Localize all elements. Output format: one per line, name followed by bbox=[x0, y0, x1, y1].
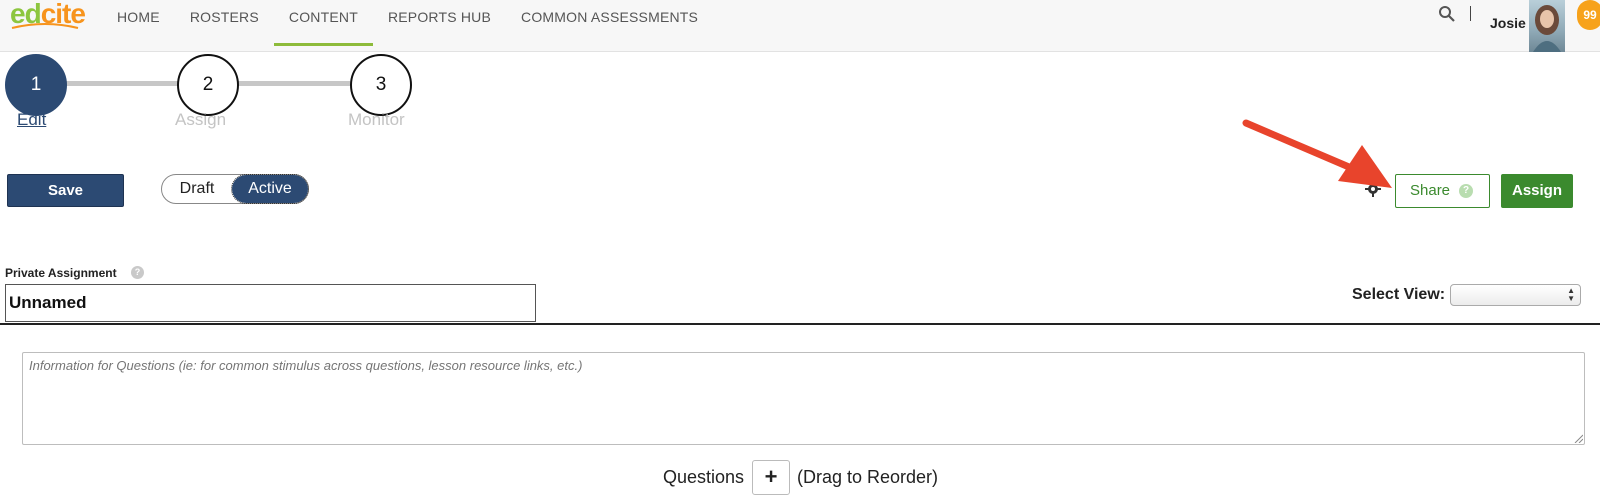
save-button[interactable]: Save bbox=[7, 174, 124, 207]
search-icon[interactable] bbox=[1438, 5, 1456, 23]
step-edit-link[interactable]: Edit bbox=[17, 110, 46, 130]
questions-label: Questions bbox=[663, 467, 745, 487]
assign-button[interactable]: Assign bbox=[1501, 174, 1573, 208]
stepper-connector bbox=[66, 81, 178, 86]
gear-icon[interactable] bbox=[1364, 180, 1382, 198]
avatar[interactable] bbox=[1529, 0, 1565, 52]
toggle-active-option[interactable]: Active bbox=[231, 174, 309, 204]
nav-home[interactable]: HOME bbox=[102, 0, 175, 46]
user-name[interactable]: Josie bbox=[1490, 15, 1526, 31]
select-view-dropdown[interactable]: ▲ ▼ bbox=[1450, 284, 1581, 306]
assignment-name-input[interactable] bbox=[5, 284, 536, 322]
help-icon[interactable]: ? bbox=[131, 266, 144, 279]
step-assign-label[interactable]: Assign bbox=[175, 110, 226, 130]
toggle-draft-option[interactable]: Draft bbox=[162, 175, 232, 203]
step-3-circle[interactable]: 3 bbox=[350, 54, 412, 116]
step-monitor-label[interactable]: Monitor bbox=[348, 110, 405, 130]
nav-divider bbox=[1470, 6, 1471, 21]
nav-common-assessments[interactable]: COMMON ASSESSMENTS bbox=[506, 0, 713, 46]
notification-badge[interactable]: 99 bbox=[1577, 0, 1600, 30]
top-navbar: edcite HOME ROSTERS CONTENT REPORTS HUB … bbox=[0, 0, 1600, 52]
nav-reports-hub[interactable]: REPORTS HUB bbox=[373, 0, 506, 46]
private-assignment-label: Private Assignment bbox=[5, 266, 117, 280]
help-icon[interactable]: ? bbox=[1459, 184, 1473, 198]
avatar-photo bbox=[1533, 5, 1561, 52]
share-button-label: Share bbox=[1410, 182, 1451, 199]
select-arrows-icon: ▲ ▼ bbox=[1567, 286, 1575, 303]
drag-to-reorder-hint: (Drag to Reorder) bbox=[797, 467, 939, 487]
nav-rosters[interactable]: ROSTERS bbox=[175, 0, 274, 46]
status-toggle[interactable]: Draft Active bbox=[161, 174, 309, 204]
nav-content[interactable]: CONTENT bbox=[273, 0, 374, 46]
step-2-circle[interactable]: 2 bbox=[177, 54, 239, 116]
add-question-button[interactable]: + bbox=[752, 460, 790, 495]
select-view-label: Select View: bbox=[1352, 286, 1446, 303]
share-button[interactable]: Share ? bbox=[1395, 174, 1490, 208]
section-divider bbox=[0, 323, 1600, 325]
step-1-circle[interactable]: 1 bbox=[5, 54, 67, 116]
main-nav: HOME ROSTERS CONTENT REPORTS HUB COMMON … bbox=[102, 0, 713, 46]
question-info-textarea[interactable] bbox=[22, 352, 1585, 445]
stepper-connector bbox=[238, 81, 350, 86]
resize-grip-icon[interactable] bbox=[1573, 433, 1583, 443]
logo-swoosh-icon bbox=[11, 23, 79, 29]
